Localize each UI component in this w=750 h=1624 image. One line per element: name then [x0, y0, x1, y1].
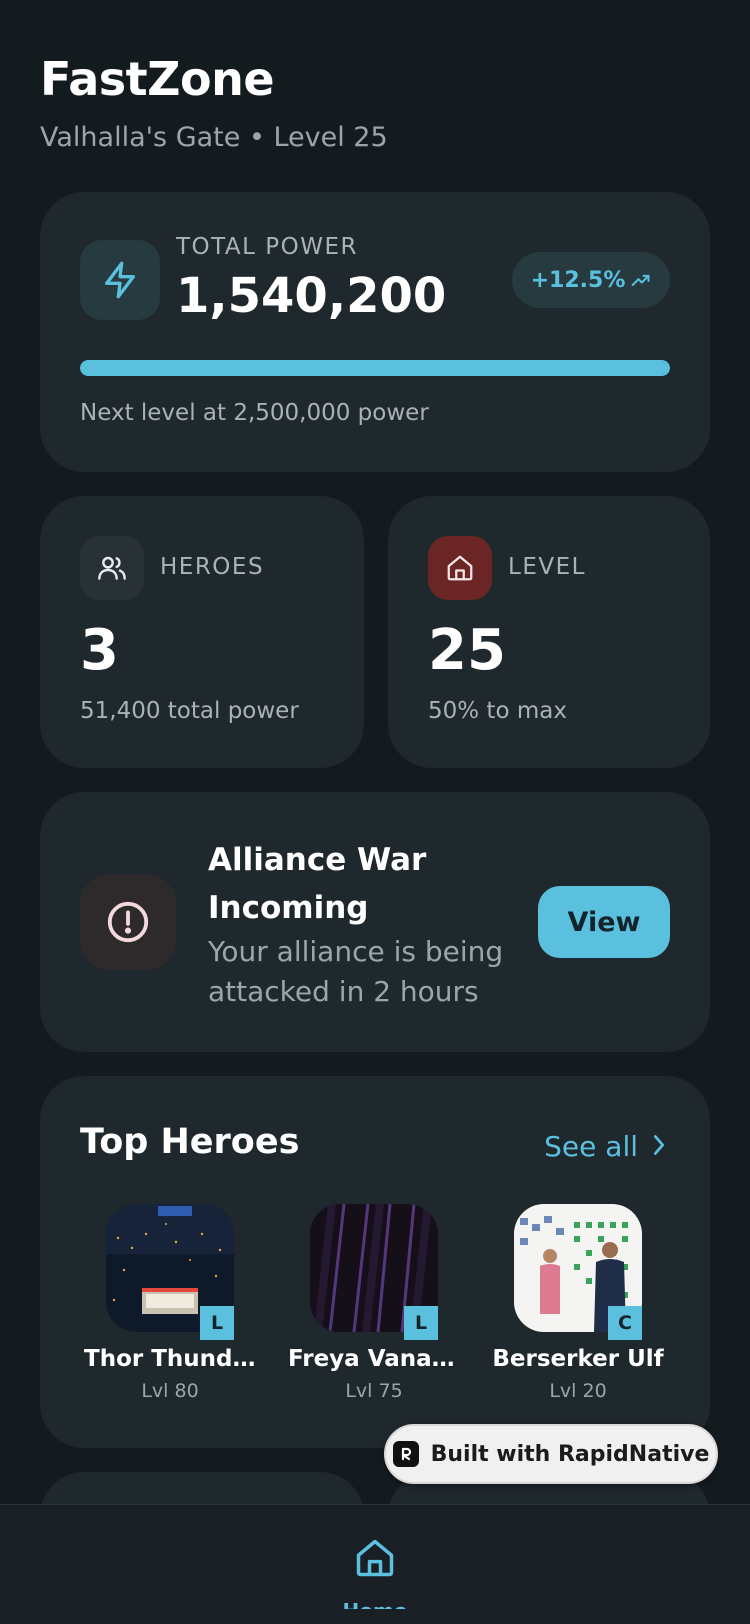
- hero-level: Lvl 75: [345, 1380, 403, 1402]
- chevron-right-icon: [652, 1130, 666, 1163]
- home-icon: [428, 536, 492, 600]
- hero-rarity-badge: L: [404, 1306, 438, 1340]
- hero-name: Freya Vanadis: [288, 1346, 460, 1372]
- power-progress-fill: [80, 360, 670, 376]
- built-with-label: Built with RapidNative: [430, 1441, 710, 1467]
- alert-message: Your alliance is being attacked in 2 hou…: [208, 935, 504, 1008]
- hero-card-freya[interactable]: L Freya Vanadis Lvl 75: [288, 1204, 460, 1402]
- power-change-badge: +12.5%: [512, 252, 670, 308]
- hero-level: Lvl 20: [549, 1380, 607, 1402]
- hero-rarity-badge: C: [608, 1306, 642, 1340]
- rapidnative-logo-icon: [392, 1441, 419, 1467]
- lightning-icon: [80, 240, 160, 320]
- top-heroes-section: Top Heroes See all L Thor Thunde... Lvl …: [40, 1076, 710, 1448]
- level-label: LEVEL: [508, 554, 586, 580]
- trending-up-icon: [631, 268, 651, 293]
- heroes-total-power: 51,400 total power: [80, 698, 299, 724]
- heroes-label: HEROES: [160, 554, 265, 580]
- alliance-war-alert: Alliance War Incoming Your alliance is b…: [40, 792, 710, 1052]
- total-power-label: TOTAL POWER: [176, 234, 359, 260]
- power-progress-bar: [80, 360, 670, 376]
- heroes-count: 3: [80, 618, 119, 683]
- view-alert-button[interactable]: View: [538, 886, 670, 958]
- home-icon[interactable]: [350, 1533, 400, 1583]
- level-value: 25: [428, 618, 506, 683]
- app-subtitle: Valhalla's Gate • Level 25: [40, 122, 388, 153]
- alert-circle-icon: [80, 874, 176, 970]
- hero-rarity-badge: L: [200, 1306, 234, 1340]
- hero-card-thor[interactable]: L Thor Thunde... Lvl 80: [84, 1204, 256, 1402]
- total-power-value: 1,540,200: [176, 268, 447, 324]
- hero-name: Thor Thunde...: [84, 1346, 256, 1372]
- bottom-navigation: Home: [0, 1504, 750, 1624]
- alert-title: Alliance War Incoming: [208, 842, 427, 926]
- hero-card-berserker[interactable]: C Berserker Ulf Lvl 20: [492, 1204, 664, 1402]
- app-title: FastZone: [40, 52, 275, 106]
- total-power-card: TOTAL POWER 1,540,200 +12.5% Next level …: [40, 192, 710, 472]
- next-level-note: Next level at 2,500,000 power: [80, 400, 429, 426]
- hero-level: Lvl 80: [141, 1380, 199, 1402]
- users-icon: [80, 536, 144, 600]
- see-all-label: See all: [544, 1130, 638, 1163]
- built-with-badge[interactable]: Built with RapidNative: [384, 1424, 718, 1484]
- level-progress-text: 50% to max: [428, 698, 567, 724]
- power-change-value: +12.5%: [530, 267, 626, 293]
- top-heroes-title: Top Heroes: [80, 1122, 300, 1162]
- nav-home-label[interactable]: Home: [300, 1591, 450, 1609]
- see-all-link[interactable]: See all: [544, 1130, 666, 1163]
- heroes-stat-card[interactable]: HEROES 3 51,400 total power: [40, 496, 364, 768]
- level-stat-card[interactable]: LEVEL 25 50% to max: [388, 496, 710, 768]
- hero-name: Berserker Ulf: [492, 1346, 664, 1372]
